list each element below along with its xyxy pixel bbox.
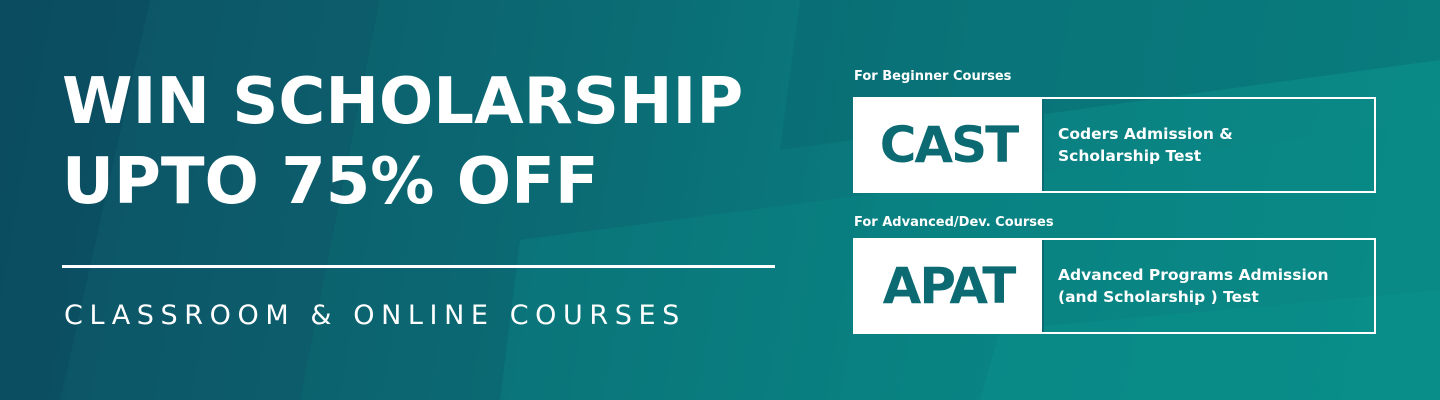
advanced-caption: For Advanced/Dev. Courses (854, 215, 1054, 230)
cast-acronym: CAST (855, 99, 1042, 191)
cast-name-line-1: Coders Admission & (1058, 125, 1233, 143)
beginner-caption: For Beginner Courses (854, 69, 1012, 84)
headline: WIN SCHOLARSHIP UPTO 75% OFF (62, 62, 822, 222)
cast-full-name: Coders Admission & Scholarship Test (1044, 99, 1374, 191)
cast-name-line-2: Scholarship Test (1058, 147, 1202, 165)
apat-full-name: Advanced Programs Admission (and Scholar… (1044, 240, 1374, 332)
apat-test-box[interactable]: APAT Advanced Programs Admission (and Sc… (853, 238, 1376, 334)
headline-divider (62, 265, 775, 268)
scholarship-banner: WIN SCHOLARSHIP UPTO 75% OFF CLASSROOM &… (0, 0, 1440, 400)
courses-subline: CLASSROOM & ONLINE COURSES (64, 300, 686, 331)
apat-name-line-1: Advanced Programs Admission (1058, 266, 1329, 284)
apat-name-line-2: (and Scholarship ) Test (1058, 288, 1259, 306)
headline-line-2: UPTO 75% OFF (62, 145, 599, 219)
apat-acronym: APAT (855, 240, 1042, 332)
cast-test-box[interactable]: CAST Coders Admission & Scholarship Test (853, 97, 1376, 193)
headline-line-1: WIN SCHOLARSHIP (62, 65, 744, 139)
